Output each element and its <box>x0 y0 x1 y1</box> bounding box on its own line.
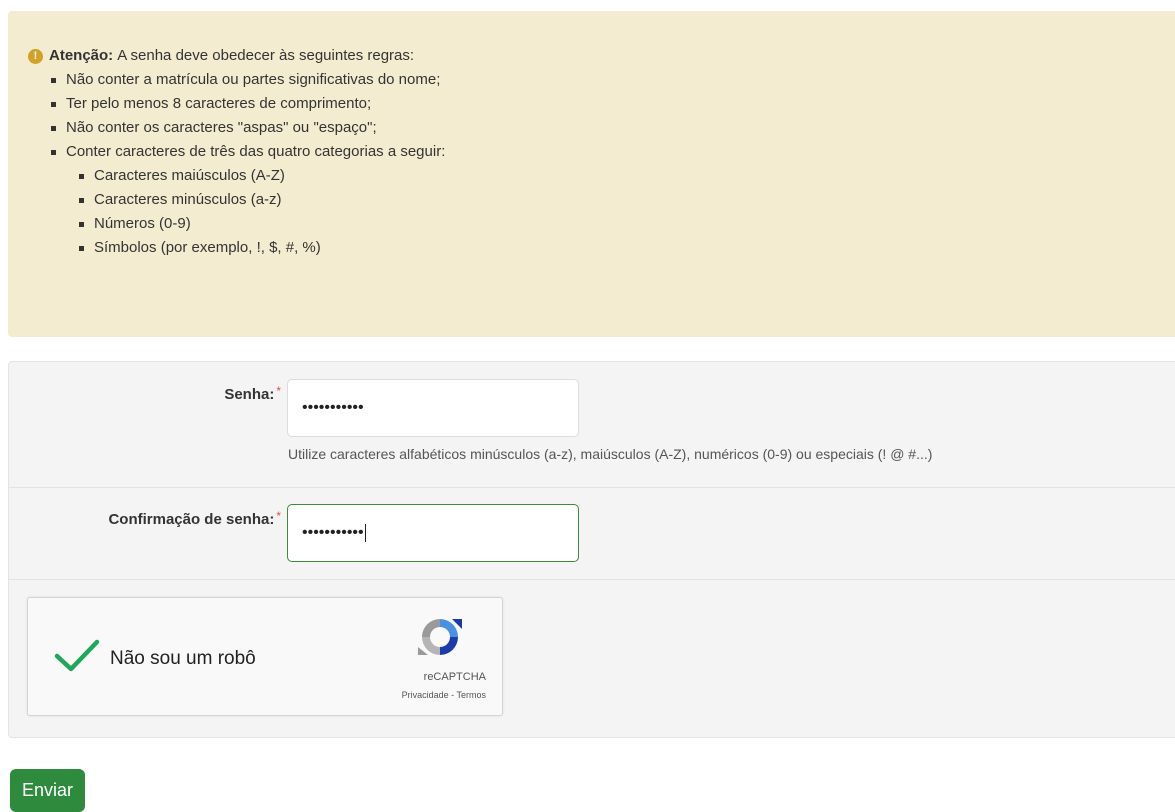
alert-title: Atenção: <box>49 47 114 64</box>
rule-item: Conter caracteres de três das quatro cat… <box>51 140 1175 260</box>
categories-list: Caracteres maiúsculos (A-Z) Caracteres m… <box>66 164 1175 260</box>
confirm-password-input[interactable]: ••••••••••• <box>287 504 579 562</box>
confirm-password-label: Confirmação de senha: * <box>108 509 281 528</box>
password-help-text: Utilize caracteres alfabéticos minúsculo… <box>288 446 933 462</box>
exclamation-circle-icon: ! <box>28 48 43 64</box>
required-mark: * <box>276 384 281 398</box>
category-item: Símbolos (por exemplo, !, $, #, %) <box>79 236 1175 260</box>
text-caret <box>364 524 366 542</box>
alert-intro: A senha deve obedecer às seguintes regra… <box>117 47 415 64</box>
recaptcha-brand: reCAPTCHA <box>423 671 486 683</box>
category-item: Números (0-9) <box>79 212 1175 236</box>
password-value: ••••••••••• <box>302 399 364 416</box>
rule-item: Ter pelo menos 8 caracteres de comprimen… <box>51 92 1175 116</box>
check-icon[interactable] <box>54 638 100 674</box>
rule-item-text: Conter caracteres de três das quatro cat… <box>66 143 446 160</box>
category-item: Caracteres minúsculos (a-z) <box>79 188 1175 212</box>
rules-list: Não conter a matrícula ou partes signifi… <box>28 68 1175 260</box>
confirm-password-value: ••••••••••• <box>302 524 364 541</box>
row-divider <box>9 579 1175 580</box>
password-form: Senha: * ••••••••••• Utilize caracteres a… <box>8 361 1175 738</box>
recaptcha-widget: Não sou um robô reCAPTCHA Privacidade - … <box>27 597 503 716</box>
recaptcha-logo-icon <box>418 619 462 655</box>
captcha-label: Não sou um robô <box>110 648 256 669</box>
password-rules-alert: ! Atenção: A senha deve obedecer às segu… <box>8 11 1175 337</box>
password-label: Senha: * <box>224 384 281 403</box>
recaptcha-privacy-terms-links[interactable]: Privacidade - Termos <box>402 690 486 700</box>
category-item: Caracteres maiúsculos (A-Z) <box>79 164 1175 188</box>
confirm-label-text: Confirmação de senha: <box>108 511 275 528</box>
password-input[interactable]: ••••••••••• <box>287 379 579 437</box>
rule-item: Não conter a matrícula ou partes signifi… <box>51 68 1175 92</box>
required-mark: * <box>276 509 281 523</box>
submit-button[interactable]: Enviar <box>10 769 86 812</box>
alert-header: ! Atenção: A senha deve obedecer às segu… <box>28 44 1175 68</box>
row-divider <box>9 487 1175 488</box>
password-label-text: Senha: <box>224 386 275 403</box>
rule-item: Não conter os caracteres "aspas" ou "esp… <box>51 116 1175 140</box>
